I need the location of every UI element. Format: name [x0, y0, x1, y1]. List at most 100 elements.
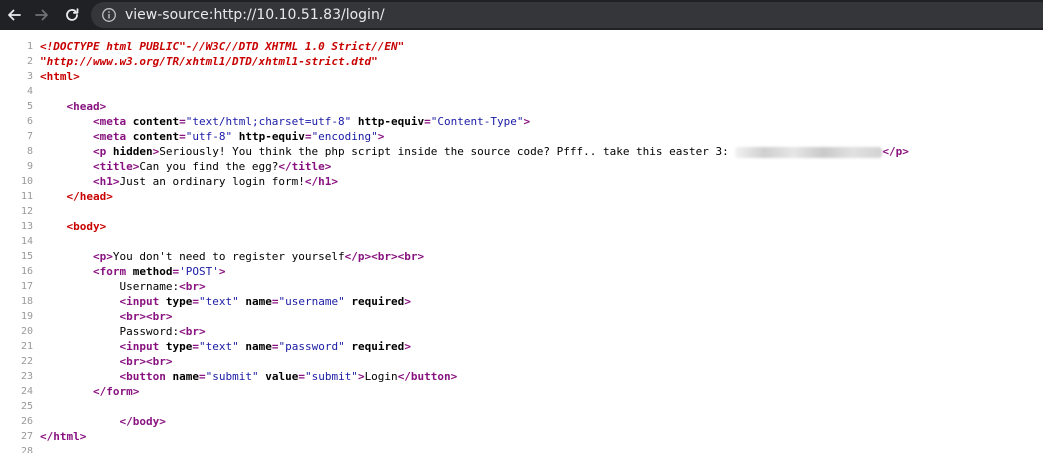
line-code: Password:<br> — [40, 324, 205, 339]
code-token: Just an ordinary login form! — [119, 175, 305, 188]
line-number: 5 — [26, 101, 33, 112]
code-token: <title> — [92, 160, 140, 173]
code-token: "text/html;charset=utf-8" — [185, 115, 352, 128]
line-number: 16 — [20, 266, 33, 277]
code-token: <h1> — [92, 175, 120, 188]
code-token: > — [404, 340, 411, 353]
code-token: = — [192, 340, 199, 353]
line-code: <form method='POST'> — [40, 264, 226, 279]
source-line: 13 <body> — [0, 219, 1043, 234]
back-arrow-icon[interactable] — [3, 4, 25, 26]
reload-icon[interactable] — [61, 4, 83, 26]
info-icon[interactable] — [101, 7, 117, 23]
line-code: <meta content="utf-8" http-equiv="encodi… — [40, 129, 384, 144]
line-code: <meta content="text/html;charset=utf-8" … — [40, 114, 530, 129]
code-token: </button> — [397, 370, 458, 383]
forward-arrow-icon[interactable] — [31, 4, 53, 26]
line-code: <p>You don't need to register yourself</… — [40, 249, 424, 264]
code-token: = — [179, 115, 186, 128]
line-number: 25 — [20, 401, 33, 412]
source-line: 21 <input type="text" name="password" re… — [0, 339, 1043, 354]
code-token: > — [404, 295, 411, 308]
code-token: = — [424, 115, 431, 128]
line-number: 21 — [20, 341, 33, 352]
code-token: = — [304, 130, 312, 143]
code-token: <input — [119, 340, 166, 353]
source-line: 15 <p>You don't need to register yoursel… — [0, 249, 1043, 264]
line-code: <h1>Just an ordinary login form!</h1> — [40, 174, 338, 189]
code-token: <input — [119, 295, 166, 308]
source-line: 26 </body> — [0, 414, 1043, 429]
code-token: <head> — [66, 100, 107, 113]
code-token: = — [192, 295, 199, 308]
source-line: 6 <meta content="text/html;charset=utf-8… — [0, 114, 1043, 129]
code-token: <body> — [66, 220, 107, 233]
line-number: 22 — [20, 356, 33, 367]
line-number: 2 — [26, 56, 33, 67]
source-line: 19 <br><br> — [0, 309, 1043, 324]
line-code: <button name="submit" value="submit">Log… — [40, 369, 457, 384]
line-number: 3 — [26, 71, 33, 82]
line-number: 15 — [20, 251, 33, 262]
code-token: Username: — [40, 280, 180, 293]
line-code: </body> — [40, 414, 166, 429]
code-token: 'POST' — [179, 265, 219, 278]
code-token: Password: — [40, 325, 180, 338]
code-token: </form> — [92, 385, 140, 398]
source-code-view: 1 <!DOCTYPE html PUBLIC"-//W3C//DTD XHTML… — [0, 30, 1043, 453]
code-token: value — [258, 370, 299, 383]
code-token: = — [198, 370, 206, 383]
address-bar[interactable]: view-source:http://10.10.51.83/login/ — [91, 2, 1043, 28]
source-line: 7 <meta content="utf-8" http-equiv="enco… — [0, 129, 1043, 144]
line-number: 8 — [26, 146, 33, 157]
source-line: 11 </head> — [0, 189, 1043, 204]
code-token: <!DOCTYPE html PUBLIC"-//W3C//DTD XHTML … — [40, 40, 405, 53]
code-token: <br> — [179, 280, 206, 293]
line-code: <!DOCTYPE html PUBLIC"-//W3C//DTD XHTML … — [40, 39, 404, 54]
code-token: required — [344, 295, 405, 308]
line-code: </form> — [40, 384, 139, 399]
code-token: </html> — [40, 430, 87, 443]
line-number: 1 — [26, 41, 33, 52]
source-line: 10 <h1>Just an ordinary login form!</h1> — [0, 174, 1043, 189]
code-token: content — [132, 130, 180, 143]
code-token: name — [238, 340, 272, 353]
code-token: </body> — [119, 415, 166, 428]
code-token: "submit" — [304, 370, 358, 383]
source-line: 22 <br><br> — [0, 354, 1043, 369]
line-number: 27 — [20, 431, 33, 442]
line-code: <br><br> — [40, 354, 172, 369]
code-token: name — [172, 370, 199, 383]
source-line: 25 — [0, 399, 1043, 414]
line-number: 18 — [20, 296, 33, 307]
code-token: "utf-8" — [185, 130, 233, 143]
line-number: 14 — [20, 236, 33, 247]
source-line: 17 Username:<br> — [0, 279, 1043, 294]
code-token: "text" — [198, 295, 239, 308]
source-line: 14 — [0, 234, 1043, 249]
code-token: Seriously! You think the php script insi… — [159, 145, 736, 158]
code-token: hidden — [112, 145, 153, 158]
line-code: <head> — [40, 99, 107, 114]
source-line: 24 </form> — [0, 384, 1043, 399]
code-token: = — [179, 130, 186, 143]
source-line: 4 — [0, 84, 1043, 99]
code-token: You don't need to register yourself — [112, 250, 345, 263]
url-text[interactable]: view-source:http://10.10.51.83/login/ — [125, 6, 385, 24]
code-token: content — [132, 115, 180, 128]
code-token: "username" — [278, 295, 345, 308]
code-token: "Content-Type" — [430, 115, 524, 128]
code-token: </title> — [278, 160, 332, 173]
line-number: 24 — [20, 386, 33, 397]
